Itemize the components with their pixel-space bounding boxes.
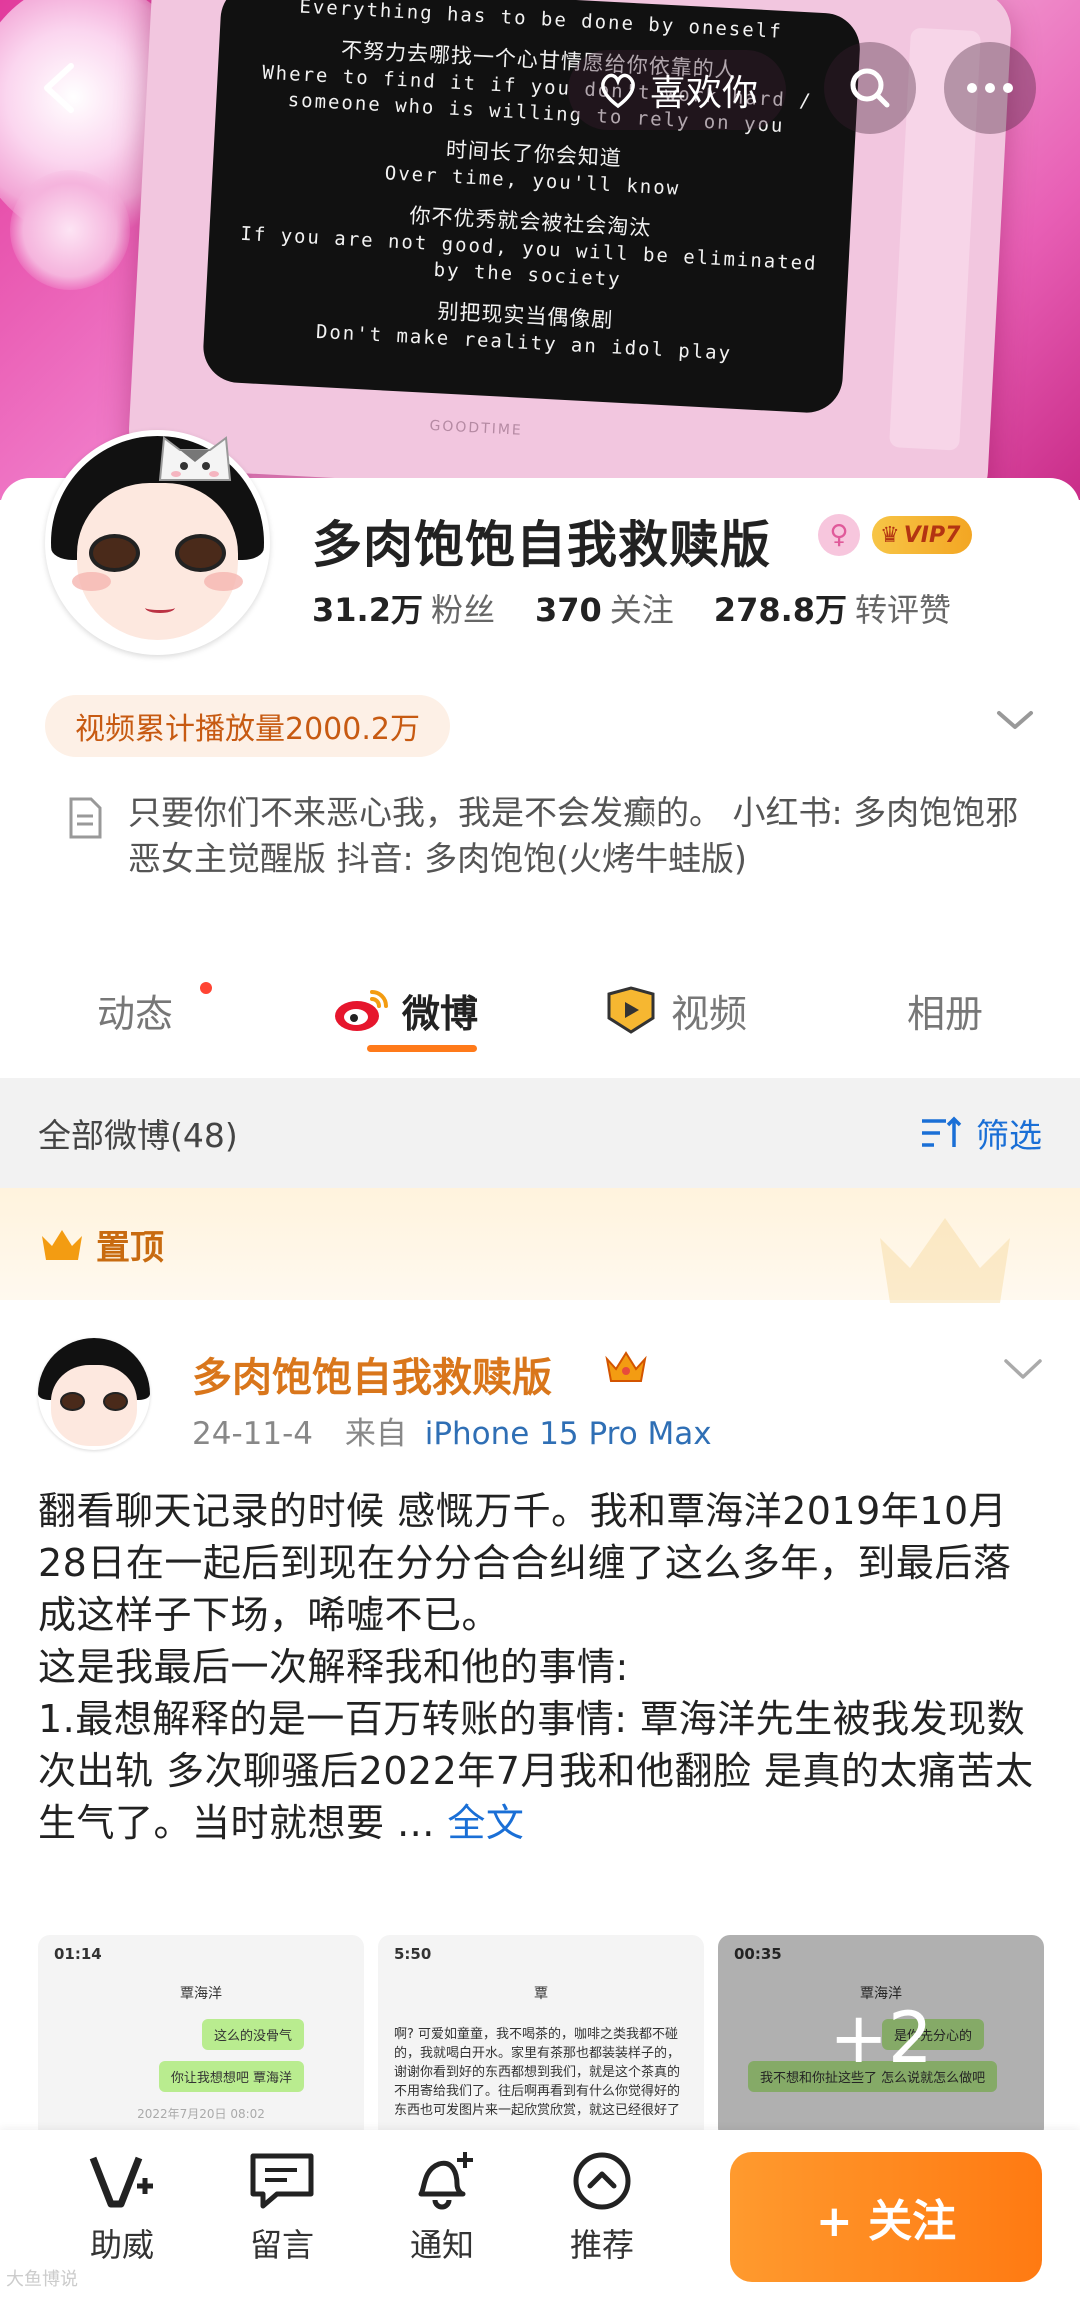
post-from-label: 来自 (344, 1416, 407, 1452)
stat-label: 粉丝 (430, 591, 495, 629)
status-time: 01:14 (54, 1945, 102, 1963)
stat-number: 31.2万 (312, 591, 423, 629)
like-you-label: 喜欢你 (650, 73, 759, 114)
status-time: 5:50 (394, 1945, 432, 1963)
bio-text: 只要你们不来恶心我，我是不会发癫的。 小红书: 多肉饱饱邪恶女主觉醒版 抖音: … (128, 793, 1019, 878)
vip-badge[interactable]: ♛ VIP7 (872, 516, 973, 554)
chat-bubble: 这么的没骨气 (201, 2019, 304, 2050)
tab-weibo[interactable]: 微博 (270, 960, 540, 1060)
recommend-label: 推荐 (569, 2226, 634, 2264)
bell-plus-icon (418, 2152, 473, 2210)
read-more-link[interactable]: 全文 (447, 1801, 524, 1845)
post-image[interactable]: 01:14 覃海洋 这么的没骨气 你让我想想吧 覃海洋 2022年7月20日 0… (38, 1935, 364, 2140)
recommend-button[interactable]: 推荐 (542, 2150, 662, 2266)
filter-bar: 全部微博(48) 筛选 (0, 1078, 1080, 1188)
post-image[interactable]: 00:35 覃海洋 是你先分心的 我不想和你扯这些了 怎么说就怎么做吧 +2 (718, 1935, 1044, 2140)
watermark: 大鱼博说 (6, 2269, 78, 2290)
post-images: 01:14 覃海洋 这么的没骨气 你让我想想吧 覃海洋 2022年7月20日 0… (38, 1935, 1044, 2140)
search-icon (850, 68, 890, 108)
search-button[interactable] (824, 42, 916, 134)
post-meta: 24-11-4 来自 iPhone 15 Pro Max (192, 1408, 712, 1453)
chevron-up-circle-icon (573, 2152, 631, 2210)
weibo-logo-icon (334, 990, 388, 1031)
video-play-icon (607, 986, 655, 1034)
cheer-button[interactable]: 助威 (62, 2150, 182, 2266)
chat-date: 2022年7月20日 08:02 (137, 2107, 265, 2121)
message-bubble-icon (250, 2153, 314, 2209)
heart-fingers-icon (601, 73, 635, 109)
notify-button[interactable]: 通知 (382, 2150, 502, 2266)
post-text-content: 翻看聊天记录的时候 感慨万千。我和覃海洋2019年10月28日在一起后到现在分分… (38, 1489, 1034, 1845)
post-image[interactable]: 5:50 覃 啊? 可爱如童童，我不喝茶的，咖啡之类我都不碰的，我就喝白开水。家… (378, 1935, 704, 2140)
more-button[interactable] (944, 42, 1036, 134)
tab-album[interactable]: 相册 (810, 960, 1080, 1060)
tab-feed[interactable]: 动态 (0, 960, 270, 1060)
follow-button[interactable]: + 关注 (730, 2152, 1042, 2282)
document-icon (69, 797, 102, 839)
cheer-v-icon (89, 2156, 153, 2208)
crown-icon (42, 1230, 82, 1260)
notify-label: 通知 (409, 2226, 474, 2264)
tab-label: 动态 (96, 991, 173, 1036)
stat-interactions[interactable]: 278.8万 转评赞 (714, 585, 951, 631)
stat-following[interactable]: 370 关注 (535, 585, 674, 631)
back-arrow-icon (44, 63, 74, 113)
post-date: 24-11-4 (192, 1416, 313, 1452)
message-label: 留言 (249, 2226, 314, 2264)
stat-number: 370 (534, 591, 602, 629)
post-text[interactable]: 翻看聊天记录的时候 感慨万千。我和覃海洋2019年10月28日在一起后到现在分分… (38, 1485, 1048, 1849)
more-dots-icon (967, 83, 1013, 93)
bottom-action-bar: 助威 留言 通知 推荐 + 关注 (0, 2130, 1080, 2299)
tab-label: 视频 (670, 991, 747, 1036)
tab-video[interactable]: 视频 (540, 960, 810, 1060)
pinned-label: 置顶 (96, 1227, 164, 1268)
chevron-down-icon[interactable] (1002, 1355, 1044, 1383)
back-button[interactable] (14, 42, 106, 134)
crown-icon: ♛ (880, 522, 900, 548)
crown-badge-icon (605, 1351, 647, 1382)
post-author-name[interactable]: 多肉饱饱自我救赎版 (192, 1345, 552, 1403)
chat-contact: 覃 (534, 1986, 548, 2002)
filter-icon (922, 1116, 962, 1147)
post-device[interactable]: iPhone 15 Pro Max (425, 1416, 712, 1452)
pinned-header: 置顶 (0, 1188, 1080, 1303)
stat-followers[interactable]: 31.2万 粉丝 (312, 585, 495, 631)
profile-stats: 31.2万 粉丝 370 关注 278.8万 转评赞 (312, 585, 951, 631)
tab-label: 相册 (906, 991, 983, 1036)
cat-sticker-icon (158, 436, 232, 481)
all-weibo-count[interactable]: 全部微博(48) (38, 1109, 238, 1157)
tv-brand: GOODTIME (429, 417, 524, 439)
stat-number: 278.8万 (713, 591, 848, 629)
chevron-down-icon[interactable] (995, 705, 1035, 735)
filter-label: 筛选 (976, 1116, 1042, 1155)
chat-contact: 覃海洋 (180, 1986, 222, 2002)
stat-label: 关注 (609, 591, 674, 629)
notification-dot (200, 982, 212, 994)
chat-bubble: 你让我想想吧 覃海洋 (158, 2061, 304, 2092)
message-button[interactable]: 留言 (222, 2150, 342, 2266)
vip-label: VIP7 (903, 522, 961, 548)
profile-name: 多肉饱饱自我救赎版 (312, 516, 771, 574)
video-plays-badge[interactable]: 视频累计播放量2000.2万 (45, 695, 450, 757)
flower-decoration (10, 170, 130, 290)
more-images-overlay[interactable]: +2 (718, 1935, 1044, 2140)
post-author-avatar[interactable] (38, 1338, 150, 1450)
profile-tabs: 动态 微博 视频 相册 (0, 960, 1080, 1060)
chat-paragraph: 啊? 可爱如童童，我不喝茶的，咖啡之类我都不碰的，我就喝白开水。家里有茶那也都装… (394, 2027, 681, 2118)
tab-label: 微博 (401, 991, 478, 1036)
like-you-button[interactable]: 喜欢你 (568, 50, 787, 130)
cheer-label: 助威 (89, 2226, 154, 2264)
crown-watermark-icon (880, 1218, 1010, 1303)
female-gender-icon: ♀ (818, 514, 860, 556)
stat-label: 转评赞 (855, 591, 952, 629)
filter-button[interactable]: 筛选 (918, 1109, 1042, 1157)
